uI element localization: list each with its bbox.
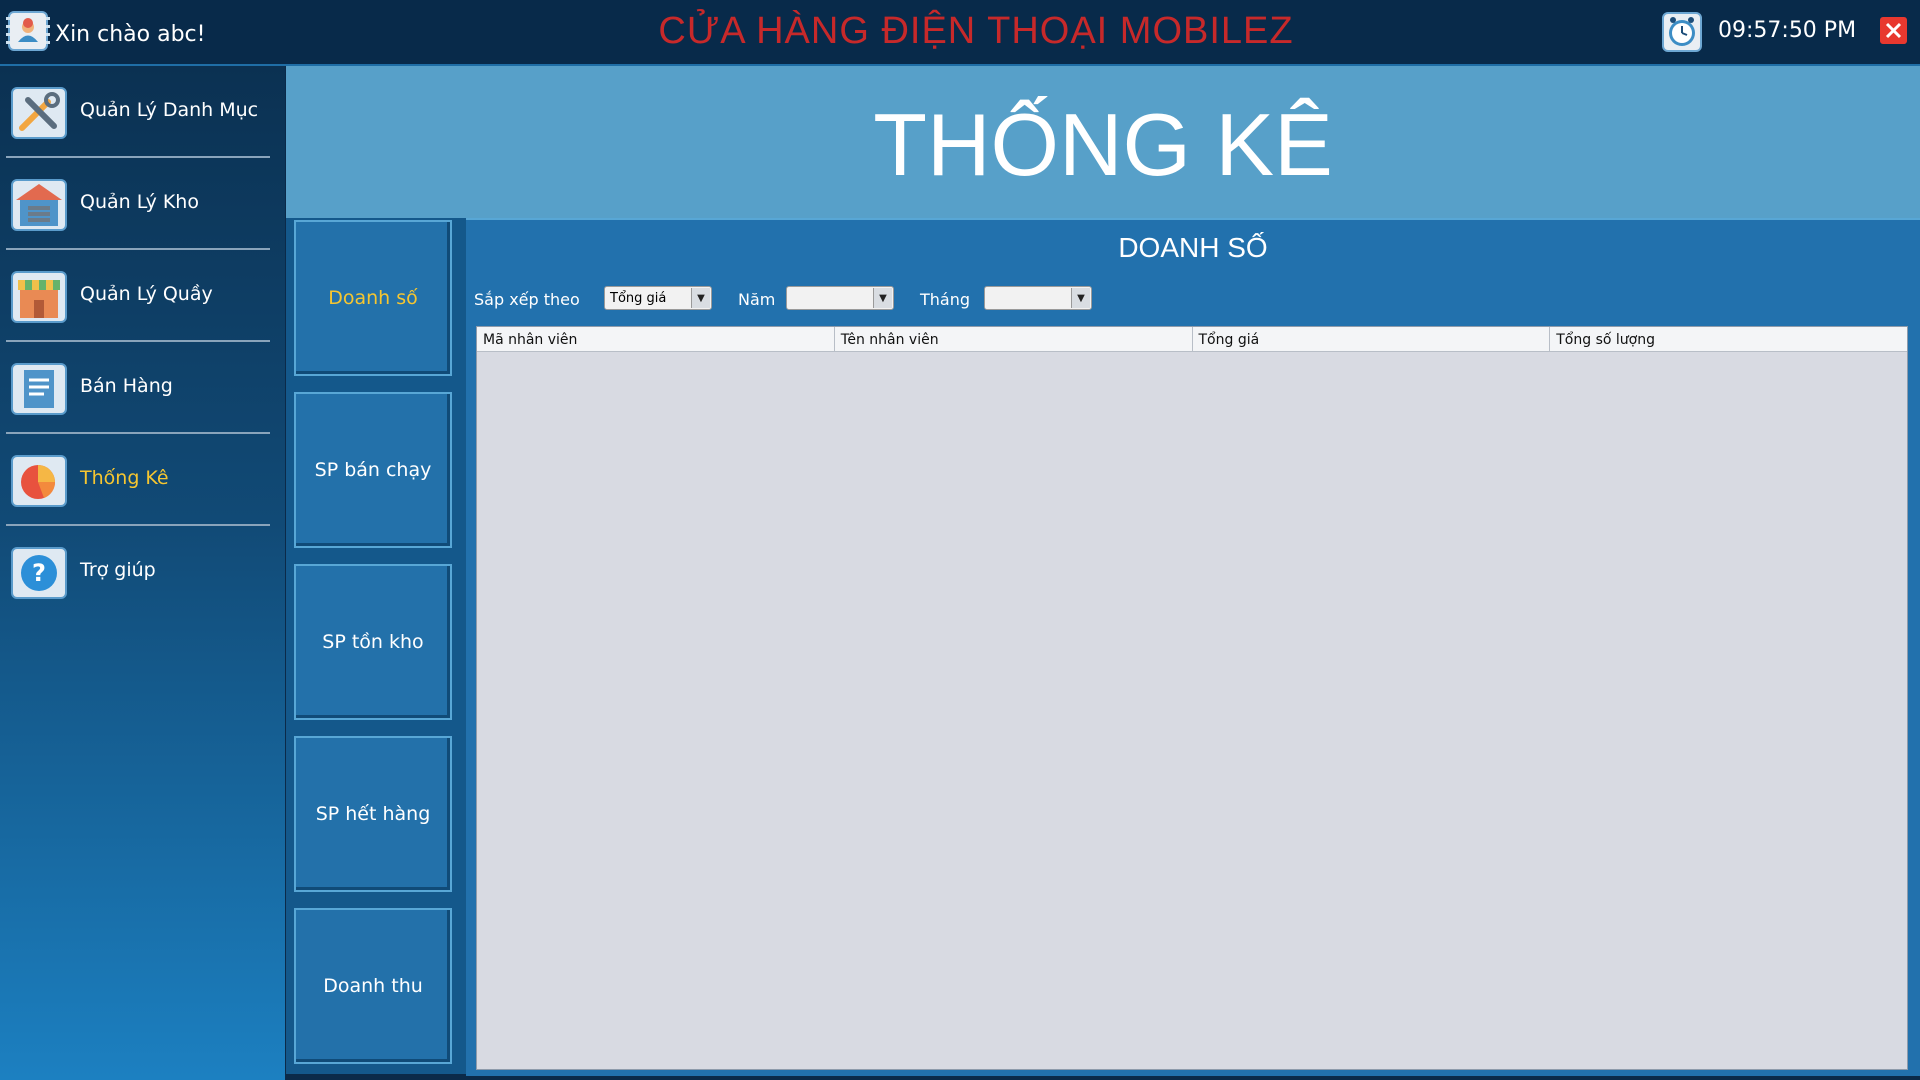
panel-title: DOANH SỐ bbox=[1118, 232, 1268, 263]
tab-sp-ban-chay[interactable]: SP bán chạy bbox=[294, 392, 452, 548]
clock-time: 09:57:50 PM bbox=[1718, 18, 1857, 43]
sidebar-item-tro-giup[interactable]: ? Trợ giúp bbox=[6, 526, 270, 618]
column-header-tong-gia[interactable]: Tổng giá bbox=[1193, 327, 1551, 351]
chevron-down-icon: ▼ bbox=[873, 288, 892, 308]
store-title: CỬA HÀNG ĐIỆN THOẠI MOBILEZ bbox=[658, 10, 1294, 52]
sidebar-item-quan-ly-quay[interactable]: Quản Lý Quầy bbox=[6, 250, 270, 342]
sidebar-item-ban-hang[interactable]: Bán Hàng bbox=[6, 342, 270, 434]
warehouse-icon bbox=[11, 179, 67, 231]
tab-sp-het-hang[interactable]: SP hết hàng bbox=[294, 736, 452, 892]
sales-receipt-icon bbox=[11, 363, 67, 415]
month-label: Tháng bbox=[920, 290, 971, 309]
svg-text:?: ? bbox=[32, 559, 46, 587]
tab-doanh-so[interactable]: Doanh số bbox=[294, 220, 452, 376]
tab-label: Doanh thu bbox=[323, 975, 423, 997]
tab-label: SP hết hàng bbox=[315, 803, 431, 825]
month-select[interactable]: ▼ bbox=[984, 286, 1092, 310]
page-header: THỐNG KÊ bbox=[286, 66, 1920, 218]
sort-select-value: Tổng giá bbox=[610, 291, 667, 306]
column-header-ten-nhan-vien[interactable]: Tên nhân viên bbox=[835, 327, 1193, 351]
tab-sp-ton-kho[interactable]: SP tồn kho bbox=[294, 564, 452, 720]
column-header-ma-nhan-vien[interactable]: Mã nhân viên bbox=[477, 327, 835, 351]
sort-select[interactable]: Tổng giá ▼ bbox=[604, 286, 712, 310]
sales-panel: DOANH SỐ Sắp xếp theo Tổng giá ▼ Năm ▼ T… bbox=[466, 218, 1920, 1076]
tab-label: SP tồn kho bbox=[322, 631, 424, 653]
tools-icon bbox=[11, 87, 67, 139]
sidebar-item-quan-ly-danh-muc[interactable]: Quản Lý Danh Mục bbox=[6, 66, 270, 158]
sidebar-item-label: Thống Kê bbox=[80, 467, 169, 489]
pie-chart-icon bbox=[11, 455, 67, 507]
year-select[interactable]: ▼ bbox=[786, 286, 894, 310]
chevron-down-icon: ▼ bbox=[1071, 288, 1090, 308]
sidebar-item-label: Quản Lý Danh Mục bbox=[80, 99, 259, 121]
year-label: Năm bbox=[738, 290, 776, 309]
sidebar: Quản Lý Danh Mục Quản Lý Kho Quản Lý Quầ… bbox=[0, 66, 285, 1080]
alarm-clock-icon bbox=[1662, 12, 1702, 52]
sort-label: Sắp xếp theo bbox=[474, 290, 580, 309]
help-icon: ? bbox=[11, 547, 67, 599]
table-header: Mã nhân viên Tên nhân viên Tổng giá Tổng… bbox=[477, 327, 1907, 352]
store-counter-icon bbox=[11, 271, 67, 323]
sidebar-item-label: Bán Hàng bbox=[80, 375, 173, 397]
sidebar-item-quan-ly-kho[interactable]: Quản Lý Kho bbox=[6, 158, 270, 250]
close-button[interactable] bbox=[1880, 17, 1907, 44]
statistics-subnav: Doanh số SP bán chạy SP tồn kho SP hết h… bbox=[286, 218, 466, 1074]
sidebar-item-thong-ke[interactable]: Thống Kê bbox=[6, 434, 270, 526]
sidebar-item-label: Quản Lý Kho bbox=[80, 191, 199, 213]
close-icon bbox=[1885, 22, 1902, 39]
tab-doanh-thu[interactable]: Doanh thu bbox=[294, 908, 452, 1064]
page-title: THỐNG KÊ bbox=[873, 95, 1333, 194]
tab-label: SP bán chạy bbox=[314, 459, 432, 481]
tab-label: Doanh số bbox=[328, 287, 418, 309]
sales-table[interactable]: Mã nhân viên Tên nhân viên Tổng giá Tổng… bbox=[476, 326, 1908, 1070]
title-bar: Xin chào abc! CỬA HÀNG ĐIỆN THOẠI MOBILE… bbox=[0, 0, 1920, 66]
sidebar-item-label: Quản Lý Quầy bbox=[80, 283, 213, 305]
column-header-tong-so-luong[interactable]: Tổng số lượng bbox=[1550, 327, 1907, 351]
sidebar-item-label: Trợ giúp bbox=[80, 559, 156, 581]
chevron-down-icon: ▼ bbox=[691, 288, 710, 308]
